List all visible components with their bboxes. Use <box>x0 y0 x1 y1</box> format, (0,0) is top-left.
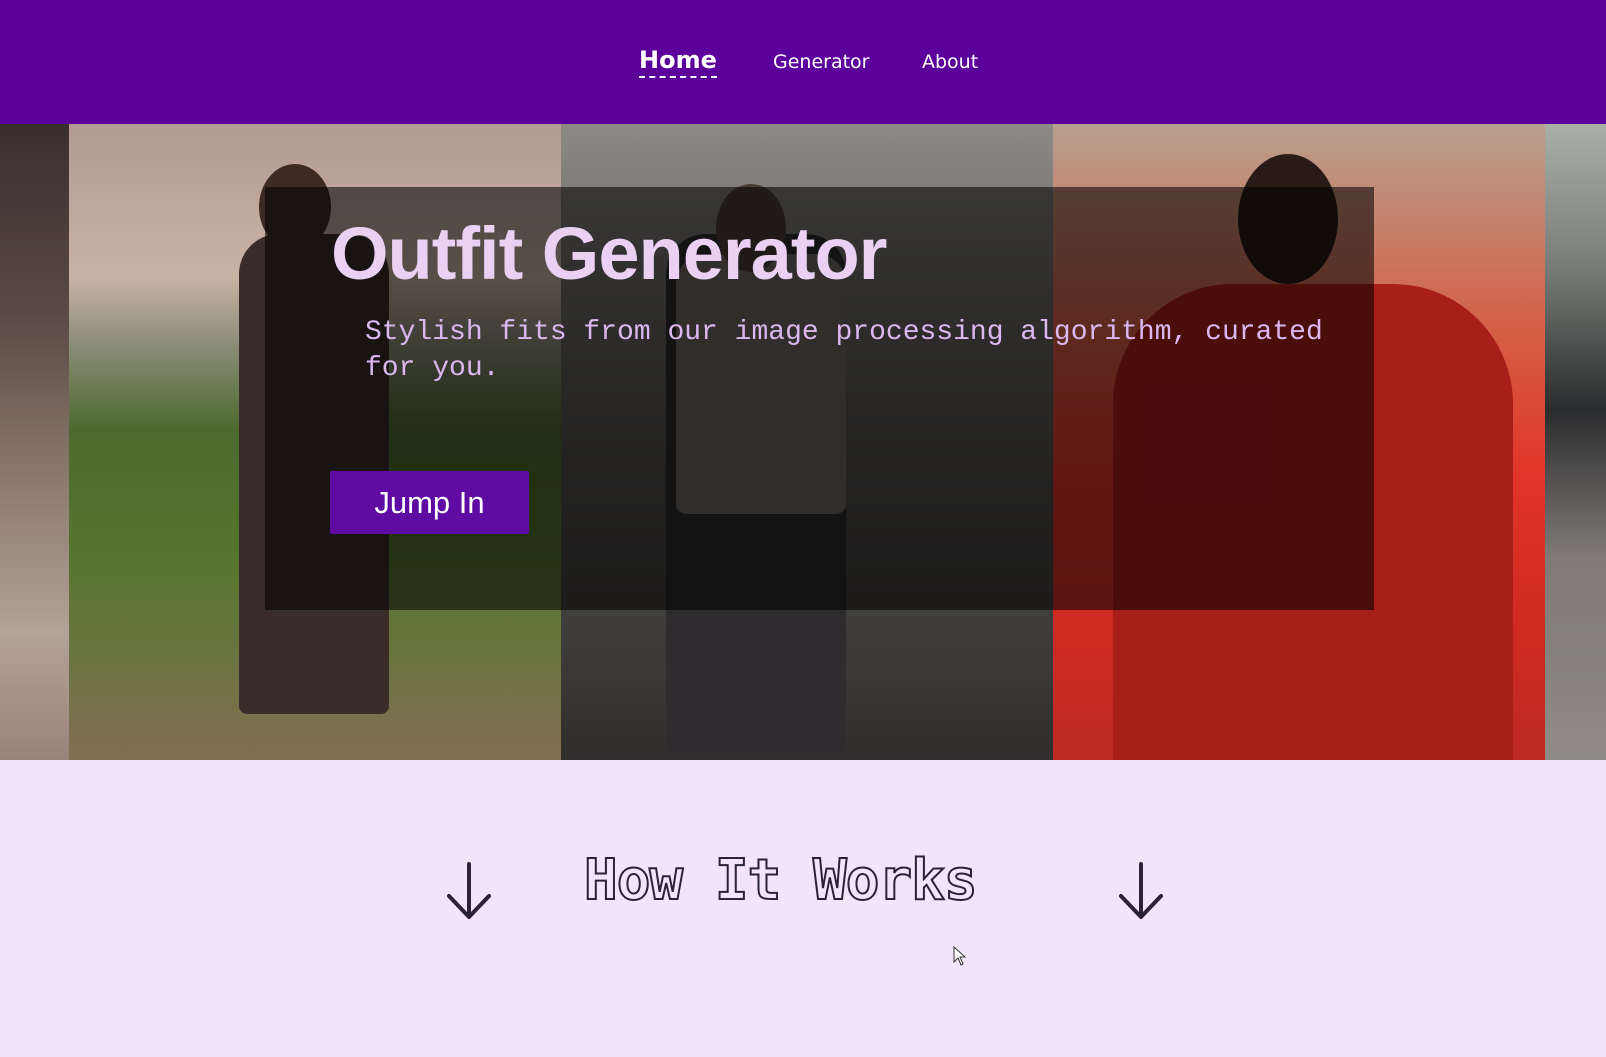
hero-photo-edge-right <box>1545 124 1606 760</box>
hero-subtitle: Stylish fits from our image processing a… <box>365 317 1323 384</box>
nav-link-generator[interactable]: Generator <box>773 51 869 73</box>
top-navbar: Home Generator About <box>0 0 1606 124</box>
section-title: How It Works <box>583 848 979 913</box>
arrow-down-icon <box>1119 862 1163 919</box>
nav-link-about[interactable]: About <box>922 51 978 73</box>
arrow-down-icon <box>447 862 491 919</box>
mouse-cursor-icon <box>953 946 967 966</box>
nav-link-home[interactable]: Home <box>639 46 717 78</box>
hero-photo-edge-left <box>0 124 69 760</box>
jump-in-button[interactable]: Jump In <box>330 471 529 534</box>
hero-title: Outfit Generator <box>331 212 887 295</box>
hero-section: Outfit Generator Stylish fits from our i… <box>0 124 1606 760</box>
